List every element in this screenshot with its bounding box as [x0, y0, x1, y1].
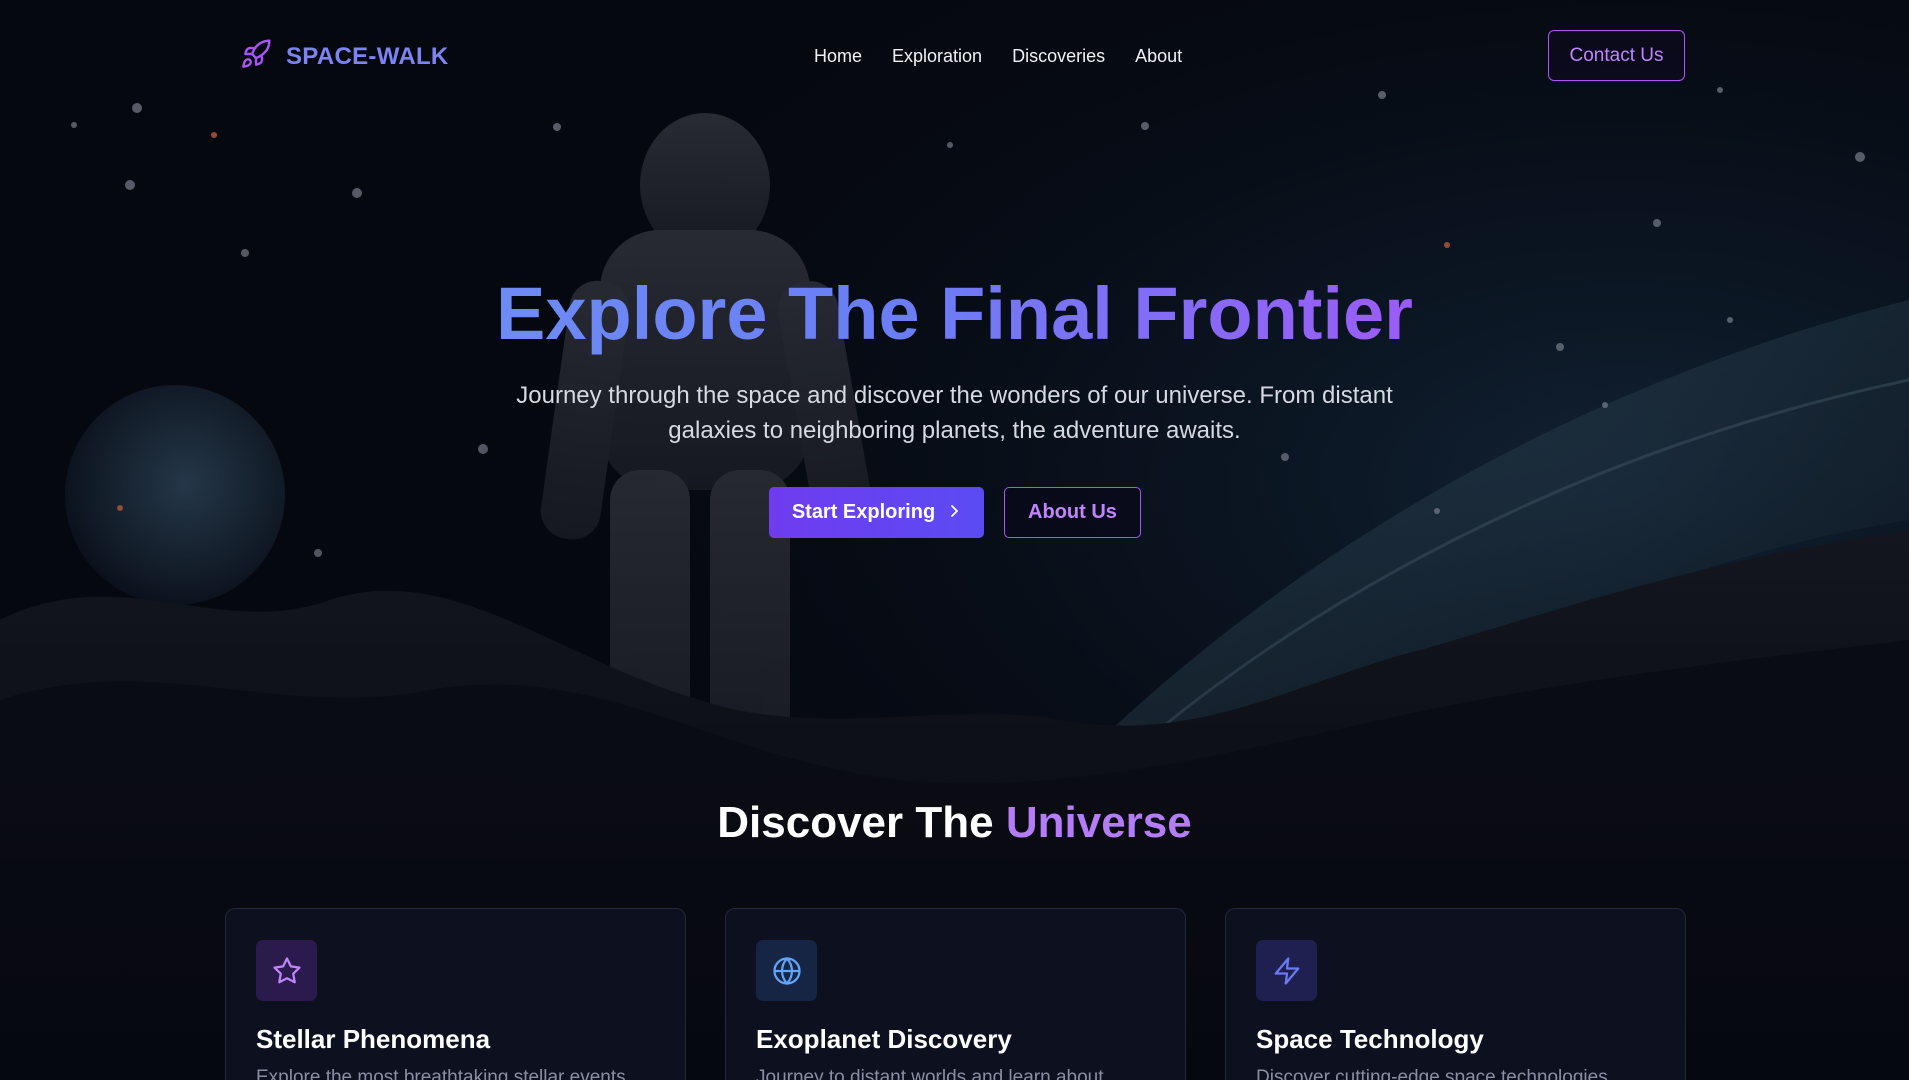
main-menu: Home Exploration Discoveries About — [814, 46, 1182, 67]
hero-subtitle: Journey through the space and discover t… — [480, 378, 1429, 448]
contact-us-button[interactable]: Contact Us — [1548, 30, 1685, 81]
star-icon — [256, 940, 317, 1001]
card-title: Stellar Phenomena — [256, 1024, 491, 1054]
card-title: Exoplanet Discovery — [756, 1024, 1012, 1054]
start-exploring-button[interactable]: Start Exploring — [769, 487, 984, 538]
nav-link-about[interactable]: About — [1135, 46, 1182, 67]
chevron-right-icon — [949, 501, 961, 524]
hero-subtitle-line1: Journey through the space and discover t… — [516, 382, 1393, 409]
section-title-plain: Discover The — [717, 798, 994, 847]
rocket-icon — [240, 38, 272, 75]
hero-subtitle-line2: galaxies to neighboring planets, the adv… — [668, 417, 1241, 444]
nav-link-discoveries[interactable]: Discoveries — [1012, 46, 1105, 67]
nav-link-home[interactable]: Home — [814, 46, 862, 67]
card-title: Space Technology — [1256, 1024, 1484, 1054]
hero-title-text: Explore The Final Frontier — [496, 272, 1413, 355]
nav-link-exploration[interactable]: Exploration — [892, 46, 982, 67]
about-us-button[interactable]: About Us — [1004, 487, 1141, 538]
section-title: Discover The Universe — [0, 798, 1909, 848]
feature-card-technology[interactable]: Space Technology Discover cutting-edge s… — [1225, 908, 1686, 1080]
card-description: Journey to distant worlds and learn abou… — [756, 1067, 1104, 1080]
brand-name: SPACE-WALK — [286, 42, 449, 70]
feature-card-stellar[interactable]: Stellar Phenomena Explore the most breat… — [225, 908, 686, 1080]
hero-title: Explore The Final Frontier — [0, 270, 1909, 358]
start-exploring-label: Start Exploring — [791, 501, 936, 523]
brand-logo[interactable]: SPACE-WALK — [240, 38, 449, 75]
feature-card-exoplanet[interactable]: Exoplanet Discovery Journey to distant w… — [725, 908, 1186, 1080]
card-description: Explore the most breathtaking stellar ev… — [256, 1067, 626, 1080]
section-title-accent: Universe — [1005, 798, 1192, 847]
globe-icon — [756, 940, 817, 1001]
top-navbar: SPACE-WALK Home Exploration Discoveries … — [0, 0, 1909, 115]
lightning-icon — [1256, 940, 1317, 1001]
card-description: Discover cutting-edge space technologies — [1256, 1067, 1608, 1080]
